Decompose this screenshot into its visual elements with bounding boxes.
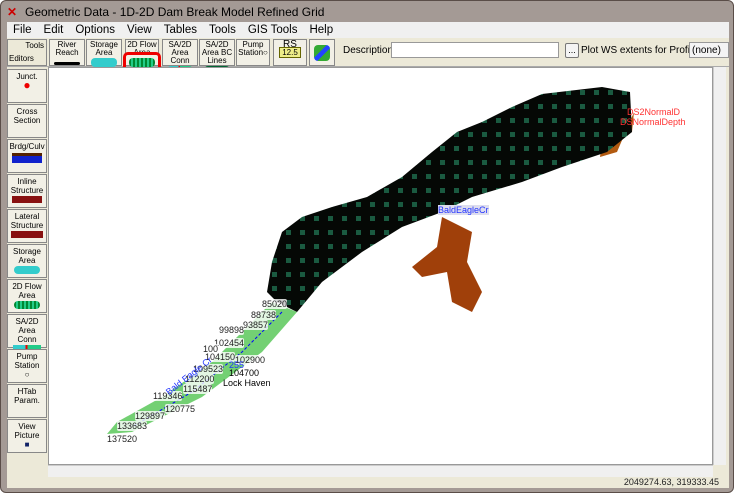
xs-label[interactable]: 99898 — [219, 325, 245, 335]
map-canvas[interactable]: 85020 88738 93857 99898 102454 100 10415… — [48, 67, 713, 465]
xs-label[interactable]: 88738 — [251, 310, 277, 320]
menu-tables[interactable]: Tables — [164, 24, 197, 36]
vertical-scrollbar[interactable] — [713, 67, 726, 465]
horizontal-scrollbar[interactable] — [48, 465, 713, 477]
map-drawing — [107, 87, 634, 434]
town-label: Lock Haven — [223, 378, 271, 388]
menu-view[interactable]: View — [127, 24, 152, 36]
lateral-icon — [11, 231, 43, 238]
editors-label: Editors — [9, 54, 34, 63]
bc-line-label[interactable]: DS2NormalD — [627, 107, 680, 117]
xs-label[interactable]: 102454 — [214, 338, 245, 348]
inline-structure-button[interactable]: Inline Structure — [7, 174, 47, 208]
menu-edit[interactable]: Edit — [44, 24, 64, 36]
htab-label: HTab Param. — [14, 387, 40, 405]
menu-file[interactable]: File — [13, 24, 32, 36]
status-coordinates: 2049274.63, 319333.45 — [623, 477, 719, 487]
sa-2d-conn-label: SA/2D Area Conn — [168, 40, 192, 65]
storage-label: Storage Area — [12, 247, 42, 265]
cross-section-label: Cross Section — [13, 107, 41, 125]
rs-button[interactable]: RS 12.5 — [273, 39, 307, 66]
sa-2d-bc-lines-button[interactable]: SA/2D Area BC Lines — [199, 39, 235, 75]
profile-select[interactable]: (none) — [689, 42, 729, 58]
xs-label[interactable]: 93857 — [243, 320, 269, 330]
xs-label[interactable]: 137520 — [107, 434, 138, 444]
storage-icon — [14, 266, 40, 274]
rs-tag: 12.5 — [279, 47, 301, 58]
camera-icon: ■ — [24, 440, 30, 449]
plot-ws-label: Plot WS extents for Profile: — [581, 45, 701, 56]
description-input[interactable] — [391, 42, 559, 58]
river-reach-button[interactable]: River Reach — [49, 39, 85, 66]
tools-editors-header: Tools Editors — [7, 39, 47, 66]
sa-2d-conn-button[interactable]: SA/2D Area Conn — [162, 39, 198, 75]
view-picture-button[interactable]: View Picture ■ — [7, 419, 47, 453]
arrow-icon — [54, 62, 80, 65]
inline-icon — [12, 196, 42, 203]
menu-help[interactable]: Help — [309, 24, 333, 36]
window: ✕ Geometric Data - 1D-2D Dam Break Model … — [0, 0, 734, 493]
storage-area-palette-button[interactable]: Storage Area — [7, 244, 47, 278]
xs-label[interactable]: 133683 — [117, 421, 148, 431]
pump-station-palette-button[interactable]: Pump Station ○ — [7, 349, 47, 383]
xs-label[interactable]: 85020 — [262, 299, 288, 309]
pump-station-button[interactable]: Pump Station○ — [236, 39, 270, 66]
reach-id-label: 255 — [229, 360, 245, 370]
sa-2d-conn-palette-button[interactable]: SA/2D Area Conn — [7, 314, 47, 353]
2d-label: 2D Flow Area — [12, 282, 42, 300]
river-reach-label: River Reach — [55, 40, 79, 57]
storage-area-icon — [91, 58, 117, 67]
view-picture-label: View Picture — [14, 422, 40, 440]
cross-section-button[interactable]: Cross Section — [7, 104, 47, 138]
app-icon: ✕ — [6, 5, 18, 19]
bc-lines-label: SA/2D Area BC Lines — [201, 40, 233, 65]
bridge-label: Brdg/Culv — [9, 142, 45, 151]
lateral-label: Lateral Structure — [10, 212, 44, 230]
description-more-button[interactable]: ... — [565, 43, 579, 58]
htab-param-button[interactable]: HTab Param. — [7, 384, 47, 418]
pump-station-label: Pump Station — [238, 40, 264, 57]
editor-palette: Junct. ● Cross Section Brdg/Culv Inline S… — [7, 69, 47, 454]
title-bar: ✕ Geometric Data - 1D-2D Dam Break Model … — [5, 3, 729, 21]
menu-options[interactable]: Options — [75, 24, 115, 36]
map-layers-icon — [314, 45, 330, 61]
inline-label: Inline Structure — [10, 177, 44, 195]
2d-flow-area-palette-button[interactable]: 2D Flow Area — [7, 279, 47, 313]
pump-icon: ○ — [24, 370, 30, 379]
bridge-culvert-button[interactable]: Brdg/Culv — [7, 139, 47, 173]
conn-label: SA/2D Area Conn — [15, 317, 39, 344]
2d-area-label[interactable]: BaldEagleCr — [438, 205, 489, 215]
tools-label: Tools — [25, 41, 44, 50]
bc-line-label[interactable]: DSNormalDepth — [620, 117, 686, 127]
pump-icon: ○ — [263, 48, 268, 57]
menu-tools[interactable]: Tools — [209, 24, 236, 36]
storage-area-label: Storage Area — [89, 40, 119, 57]
junction-icon: ● — [23, 78, 31, 92]
2d-grid-icon — [14, 301, 40, 309]
pump-label: Pump Station — [14, 352, 40, 370]
junction-button[interactable]: Junct. ● — [7, 69, 47, 103]
menu-bar: File Edit Options View Tables Tools GIS … — [7, 22, 729, 38]
xs-label[interactable]: 115487 — [183, 384, 213, 394]
lateral-structure-button[interactable]: Lateral Structure — [7, 209, 47, 243]
storage-area-button[interactable]: Storage Area — [86, 39, 122, 67]
window-title: Geometric Data - 1D-2D Dam Break Model R… — [25, 5, 325, 19]
menu-gis-tools[interactable]: GIS Tools — [248, 24, 298, 36]
bridge-icon — [12, 153, 42, 163]
brown-terrain-branch — [412, 217, 482, 312]
xs-label[interactable]: 120775 — [165, 404, 196, 414]
xs-label[interactable]: 129897 — [135, 411, 166, 421]
map-layers-button[interactable] — [309, 39, 335, 66]
